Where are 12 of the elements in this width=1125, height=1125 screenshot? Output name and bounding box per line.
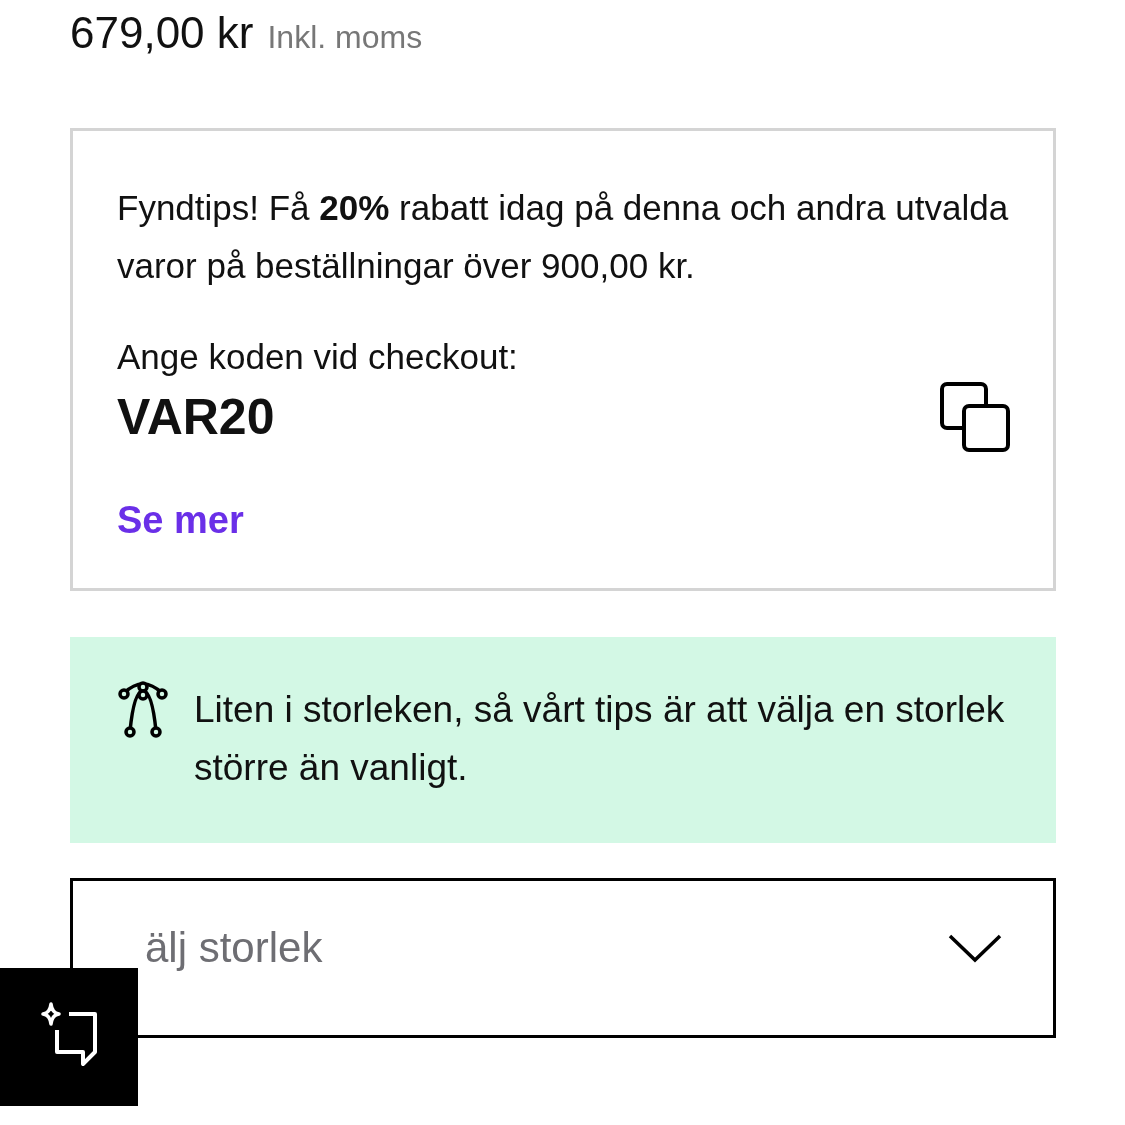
see-more-link[interactable]: Se mer [117,499,244,542]
curve-nodes-icon [116,681,170,741]
copy-icon[interactable] [939,381,1011,453]
code-label: Ange koden vid checkout: [117,337,519,377]
chevron-down-icon [947,933,1003,963]
vat-note: Inkl. moms [267,19,423,56]
promo-text: Fyndtips! Få 20% rabatt idag på denna och andra utvalda varor på beställningar över 900,00 kr. [117,187,1009,287]
fit-tip-text: Liten i storleken, så vårt tips är att välja en storlek större än vanligt. [194,688,1006,790]
discount-code: VAR20 [117,388,275,446]
size-select[interactable]: älj storlek [70,878,1056,1038]
chat-button[interactable] [0,968,138,1106]
price: 679,00 kr [70,8,254,58]
